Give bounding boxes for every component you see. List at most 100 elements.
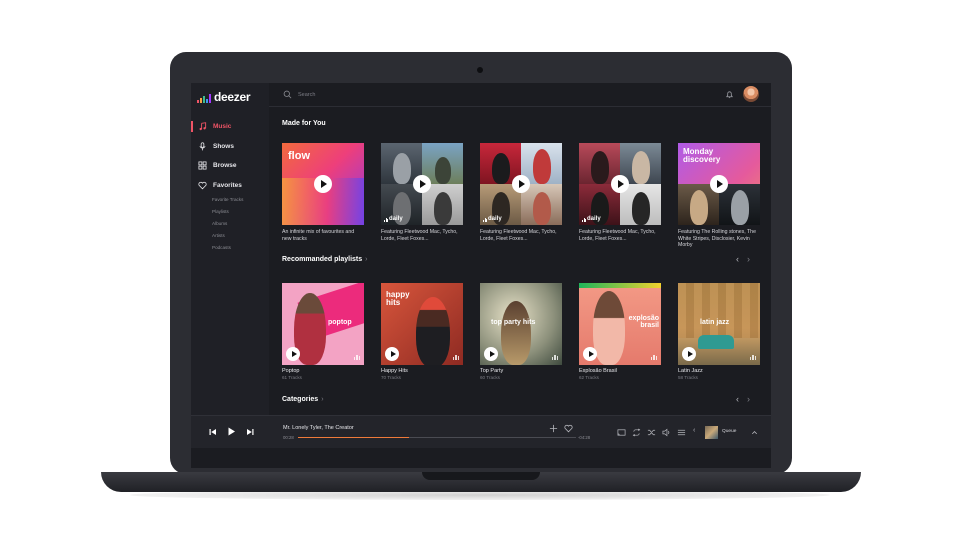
webcam	[477, 67, 483, 73]
play-button[interactable]	[611, 175, 629, 193]
equalizer-icon	[650, 355, 657, 360]
play-button[interactable]	[710, 175, 728, 193]
shuffle-icon[interactable]	[647, 428, 656, 437]
add-icon[interactable]	[549, 424, 558, 433]
play-button[interactable]	[286, 347, 300, 361]
playlist-card-happy-hits[interactable]: happy hits Happy Hits 70 Tracks	[381, 283, 463, 380]
subnav-favorite-tracks[interactable]: Favorite Tracks	[212, 194, 243, 206]
playlist-track-count: 70 Tracks	[381, 375, 401, 380]
play-button[interactable]	[682, 347, 696, 361]
subnav-albums[interactable]: Albums	[212, 218, 243, 230]
app-window: deezer Music Shows Browse Favorites Favo…	[191, 83, 771, 468]
queue-label[interactable]: Queue	[722, 429, 736, 434]
previous-track-icon[interactable]	[209, 428, 217, 436]
playlist-card-poptop[interactable]: poptop Poptop 61 Tracks	[282, 283, 364, 380]
daily-mix-card[interactable]: daily Featuring Fleetwood Mac, Tycho, Lo…	[579, 143, 661, 242]
daily-mix-cover: daily	[480, 143, 562, 225]
chevron-up-icon[interactable]	[750, 428, 759, 437]
explosao-brasil-cover: explosão brasil	[579, 283, 661, 365]
chevron-left-icon[interactable]: ‹	[736, 394, 739, 404]
chevron-left-icon[interactable]: ‹	[693, 427, 702, 436]
volume-icon[interactable]	[662, 428, 671, 437]
deezer-logo[interactable]: deezer	[197, 91, 251, 103]
daily-mix-cover: daily	[381, 143, 463, 225]
avatar[interactable]	[743, 86, 759, 102]
section-categories-title[interactable]: Categories ›	[282, 396, 324, 403]
subnav-podcasts[interactable]: Podcasts	[212, 242, 243, 254]
poptop-cover-title: poptop	[328, 319, 352, 326]
poptop-cover: poptop	[282, 283, 364, 365]
equalizer-settings-icon[interactable]	[677, 428, 686, 437]
playlist-name: Top Party	[480, 368, 504, 374]
sidebar-item-music[interactable]: Music	[191, 117, 269, 137]
play-button[interactable]	[314, 175, 332, 193]
playlist-name: Explosão Brasil	[579, 368, 617, 374]
card-description: Featuring Fleetwood Mac, Tycho, Lorde, F…	[579, 229, 656, 242]
sidebar-item-label: Favorites	[213, 181, 242, 189]
equalizer-icon	[749, 355, 756, 360]
section-title-text: Categories	[282, 396, 319, 403]
play-button[interactable]	[583, 347, 597, 361]
latin-jazz-cover: latin jazz	[678, 283, 760, 365]
daily-badge: daily	[384, 216, 403, 222]
playlist-track-count: 61 Tracks	[282, 375, 302, 380]
play-button[interactable]	[512, 175, 530, 193]
monday-discovery-card[interactable]: Monday discovery Featuring The Rolling s…	[678, 143, 760, 249]
chevron-left-icon[interactable]: ‹	[736, 254, 739, 264]
daily-badge: daily	[483, 216, 502, 222]
monday-discovery-cover-title: Monday discovery	[683, 147, 721, 164]
sidebar: deezer Music Shows Browse Favorites Favo…	[191, 83, 269, 415]
section-recommended-title[interactable]: Recommanded playlists ›	[282, 256, 367, 263]
card-description: An infinite mix of favourites and new tr…	[282, 229, 355, 242]
remaining-time: -04:28	[578, 435, 591, 440]
categories-carousel-arrows: ‹ ›	[736, 394, 750, 404]
card-description: Featuring The Rolling stones, The White …	[678, 229, 756, 249]
subnav-artists[interactable]: Artists	[212, 230, 243, 242]
chevron-right-icon[interactable]: ›	[747, 254, 750, 264]
happy-hits-cover-title: happy hits	[386, 290, 410, 307]
sidebar-item-label: Shows	[213, 142, 234, 150]
playlist-track-count: 62 Tracks	[579, 375, 599, 380]
daily-label: daily	[587, 216, 601, 222]
latin-jazz-cover-title: latin jazz	[700, 319, 730, 326]
section-made-for-you-title: Made for You	[282, 120, 326, 127]
repeat-icon[interactable]	[632, 428, 641, 437]
next-track-icon[interactable]	[246, 428, 254, 436]
sidebar-item-favorites[interactable]: Favorites	[191, 176, 269, 196]
section-title-text: Made for You	[282, 120, 326, 127]
card-description: Featuring Fleetwood Mac, Tycho, Lorde, F…	[381, 229, 458, 242]
play-icon[interactable]	[227, 427, 236, 436]
monday-discovery-cover: Monday discovery	[678, 143, 760, 225]
main-nav: Music Shows Browse Favorites	[191, 117, 269, 195]
playback-controls	[209, 427, 254, 436]
grid-icon	[198, 161, 207, 170]
sidebar-item-shows[interactable]: Shows	[191, 137, 269, 157]
laptop-lid: deezer Music Shows Browse Favorites Favo…	[170, 52, 792, 474]
daily-label: daily	[488, 216, 502, 222]
player-bar: Mr. Lonely Tyler, The Creator 00:28 -04:…	[191, 415, 771, 448]
flow-cover-title: flow	[288, 150, 310, 162]
chevron-right-icon[interactable]: ›	[747, 394, 750, 404]
logo-equalizer-icon	[197, 94, 211, 103]
playlist-card-latin-jazz[interactable]: latin jazz Latin Jazz 58 Tracks	[678, 283, 760, 380]
daily-mix-card[interactable]: daily Featuring Fleetwood Mac, Tycho, Lo…	[381, 143, 463, 242]
daily-mix-card[interactable]: daily Featuring Fleetwood Mac, Tycho, Lo…	[480, 143, 562, 242]
recommended-carousel-arrows: ‹ ›	[736, 254, 750, 264]
sidebar-item-label: Music	[213, 123, 232, 131]
playlist-card-top-party[interactable]: top party hits Top Party 60 Tracks	[480, 283, 562, 380]
bell-icon[interactable]	[725, 90, 734, 99]
chevron-right-icon: ›	[365, 256, 368, 263]
flow-card[interactable]: flow An infinite mix of favourites and n…	[282, 143, 364, 242]
sidebar-item-browse[interactable]: Browse	[191, 156, 269, 176]
play-button[interactable]	[484, 347, 498, 361]
playlist-card-explosao-brasil[interactable]: explosão brasil Explosão Brasil 62 Track…	[579, 283, 661, 380]
cast-icon[interactable]	[617, 428, 626, 437]
elapsed-time: 00:28	[283, 435, 294, 440]
progress-bar[interactable]	[298, 437, 576, 439]
play-button[interactable]	[385, 347, 399, 361]
subnav-playlists[interactable]: Playlists	[212, 206, 243, 218]
queue-cover-thumbnail[interactable]	[705, 426, 718, 439]
heart-icon[interactable]	[564, 424, 573, 433]
play-button[interactable]	[413, 175, 431, 193]
search-input[interactable]	[298, 89, 498, 101]
